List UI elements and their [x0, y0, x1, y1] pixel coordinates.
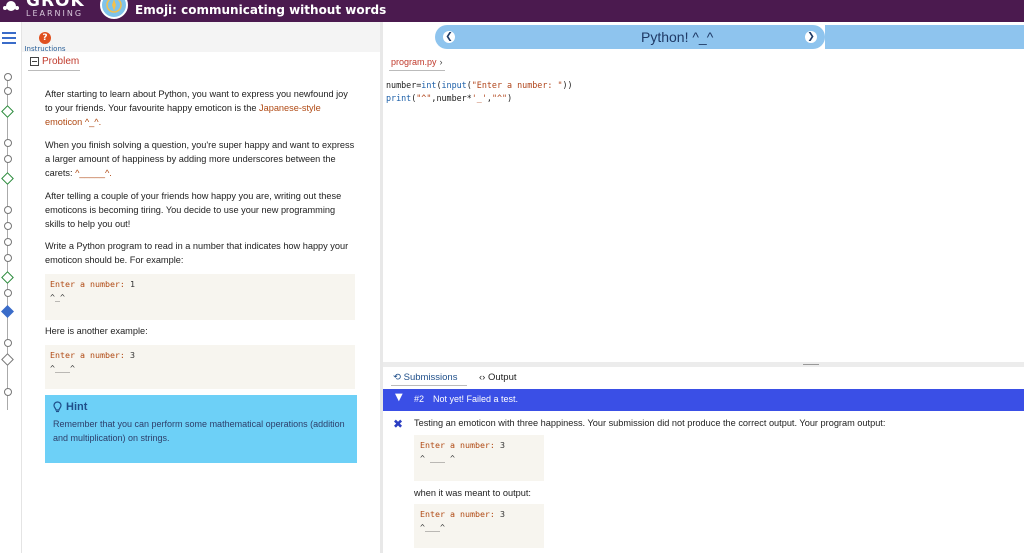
- test-description: Testing an emoticon with three happiness…: [414, 418, 886, 428]
- rail-question-complete[interactable]: [1, 172, 14, 185]
- output-input: 3: [499, 440, 505, 450]
- tab-submissions-label: Submissions: [403, 372, 458, 383]
- example-prompt: Enter a number:: [50, 279, 130, 289]
- example-input: 3: [129, 350, 135, 360]
- submission-number: #2: [414, 394, 425, 404]
- expected-output-box: Enter a number: 3 ^___^: [414, 504, 544, 548]
- lightbulb-icon: [53, 401, 62, 413]
- rail-step[interactable]: [4, 222, 12, 230]
- instructions-header: ? Instructions: [22, 22, 380, 53]
- tab-underline: [28, 70, 80, 71]
- fail-cross-icon: ✖: [393, 417, 404, 431]
- submission-header[interactable]: ▼ #2 Not yet! Failed a test.: [383, 389, 1024, 411]
- hint-box[interactable]: Hint Remember that you can perform some …: [45, 395, 357, 463]
- rail-step[interactable]: [4, 87, 12, 95]
- tab-output-label: Output: [487, 372, 517, 383]
- actual-output: ^ ___ ^: [420, 453, 455, 463]
- problem-paragraph-5: Here is another example:: [45, 326, 148, 336]
- submission-status: Not yet! Failed a test.: [433, 394, 519, 404]
- chevron-right-icon: ›: [439, 57, 443, 67]
- tab-output[interactable]: ‹› Output: [479, 372, 517, 383]
- results-tabs: ⟲ Submissions ‹› Output: [383, 367, 1024, 389]
- paragraph-emphasis: ^_____^.: [75, 168, 112, 178]
- code-brackets-icon: ‹›: [479, 372, 486, 383]
- example-prompt: Enter a number:: [50, 350, 130, 360]
- rail-step[interactable]: [4, 155, 12, 163]
- hint-title: Hint: [53, 401, 349, 413]
- course-title: Emoji: communicating without words: [135, 3, 387, 17]
- collapse-icon: [30, 57, 39, 66]
- problem-paragraph-2: When you finish solving a question, you'…: [45, 138, 355, 180]
- code-lines[interactable]: number=int(input("Enter a number: ")) pr…: [386, 79, 573, 105]
- python-title-pill: ❮ Python! ^_^ ❯: [435, 25, 825, 49]
- rail-step[interactable]: [4, 254, 12, 262]
- python-title: Python! ^_^: [641, 29, 714, 45]
- code-token: ,number*: [431, 93, 472, 103]
- code-token: ): [507, 93, 513, 103]
- menu-icon[interactable]: [2, 32, 16, 44]
- code-token: input: [441, 80, 467, 90]
- progress-rail: [0, 22, 22, 553]
- problem-paragraph-1: After starting to learn about Python, yo…: [45, 87, 355, 129]
- rail-step[interactable]: [4, 206, 12, 214]
- tab-underline: [391, 385, 467, 386]
- code-token: "^": [416, 93, 432, 103]
- file-tab-label: program.py: [391, 57, 437, 67]
- module-compass-icon[interactable]: [100, 0, 128, 19]
- output-input: 3: [499, 509, 505, 519]
- rail-step[interactable]: [4, 388, 12, 396]
- logo-subtext: LEARNING: [26, 9, 84, 18]
- problem-tab-label: Problem: [42, 56, 80, 67]
- rail-step[interactable]: [4, 339, 12, 347]
- logo-icon: [3, 1, 19, 11]
- example-1-box: Enter a number: 1 ^_^: [45, 274, 355, 320]
- hint-body: Remember that you can perform some mathe…: [53, 419, 345, 443]
- actual-output-box: Enter a number: 3 ^ ___ ^: [414, 435, 544, 481]
- tab-underline: [389, 70, 445, 71]
- example-input: 1: [129, 279, 135, 289]
- top-bar: GROK LEARNING Emoji: communicating witho…: [0, 0, 1024, 22]
- rail-step[interactable]: [4, 289, 12, 297]
- code-editor[interactable]: program.py › number=int(input("Enter a nu…: [383, 52, 1024, 362]
- code-line-1: number=int(input("Enter a number: ")): [386, 79, 573, 92]
- expected-label: when it was meant to output:: [414, 488, 531, 498]
- code-token: '_': [471, 93, 487, 103]
- problem-paragraph-4: Write a Python program to read in a numb…: [45, 241, 349, 265]
- rail-question[interactable]: [1, 353, 14, 366]
- code-token: print: [386, 93, 412, 103]
- code-token: "^": [491, 93, 508, 103]
- history-icon: ⟲: [393, 372, 401, 383]
- code-token: )): [562, 80, 573, 90]
- file-tab[interactable]: program.py ›: [391, 57, 443, 67]
- code-token: int: [421, 80, 437, 90]
- example-output: ^___^: [50, 363, 75, 373]
- example-2-box: Enter a number: 3 ^___^: [45, 345, 355, 389]
- rail-question-complete[interactable]: [1, 105, 14, 118]
- output-prompt: Enter a number:: [420, 509, 500, 519]
- tab-submissions[interactable]: ⟲ Submissions: [393, 372, 457, 383]
- chevron-down-icon: ▼: [395, 392, 403, 403]
- instructions-button[interactable]: ? Instructions: [22, 25, 68, 53]
- rail-step[interactable]: [4, 73, 12, 81]
- problem-panel: Problem After starting to learn about Py…: [22, 52, 380, 553]
- python-header: ❮ Python! ^_^ ❯: [383, 22, 1024, 52]
- chevron-left-icon[interactable]: ❮: [443, 31, 455, 43]
- problem-paragraph-3: After telling a couple of your friends h…: [45, 191, 342, 229]
- example-output: ^_^: [50, 292, 65, 302]
- grok-logo[interactable]: GROK LEARNING: [0, 0, 92, 22]
- chevron-right-icon[interactable]: ❯: [805, 31, 817, 43]
- problem-tab[interactable]: Problem: [30, 56, 79, 67]
- code-token: number=: [386, 80, 422, 90]
- expected-output: ^___^: [420, 522, 445, 532]
- hint-title-text: Hint: [66, 401, 88, 413]
- output-prompt: Enter a number:: [420, 440, 500, 450]
- question-icon: ?: [39, 32, 51, 44]
- rail-step[interactable]: [4, 238, 12, 246]
- rail-step[interactable]: [4, 139, 12, 147]
- code-token: "Enter a number: ": [471, 80, 563, 90]
- header-extension: [825, 25, 1024, 49]
- code-line-2: print("^",number*'_',"^"): [386, 92, 573, 105]
- rail-question-complete[interactable]: [1, 271, 14, 284]
- rail-question-current[interactable]: [1, 305, 14, 318]
